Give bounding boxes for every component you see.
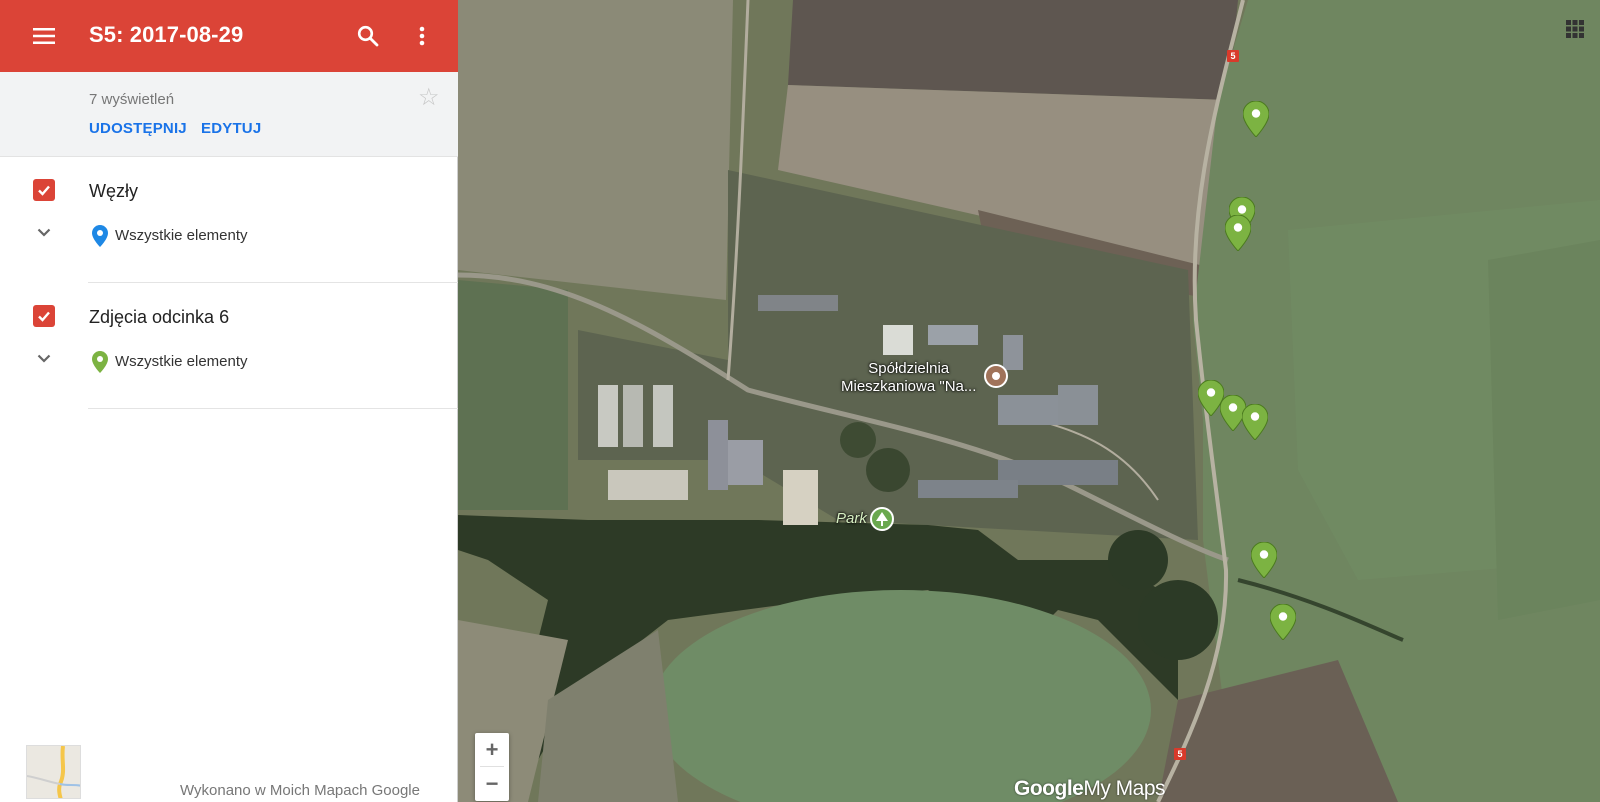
divider: [88, 408, 458, 409]
zoom-control: + −: [475, 733, 509, 801]
chevron-down-icon: [37, 228, 51, 237]
more-options-button[interactable]: [406, 20, 438, 52]
expand-chevron[interactable]: [33, 221, 55, 243]
expand-chevron[interactable]: [33, 347, 55, 369]
basemap-preview: [27, 746, 80, 798]
check-icon: [38, 311, 50, 322]
map-canvas[interactable]: Spółdzielnia Mieszkaniowa "Na... Park 5 …: [458, 0, 1600, 802]
apps-grid-icon[interactable]: [1566, 20, 1584, 38]
brand-mymaps: My Maps: [1083, 777, 1166, 800]
menu-button[interactable]: [28, 20, 60, 52]
footer-text: Wykonano w Moich Mapach Google: [180, 782, 420, 799]
edit-button[interactable]: EDYTUJ: [201, 120, 261, 137]
photo-marker[interactable]: [1243, 101, 1269, 137]
blue-pin-icon: [92, 225, 108, 247]
photo-marker[interactable]: [1251, 542, 1277, 578]
poi-label-cooperative[interactable]: Spółdzielnia Mieszkaniowa "Na...: [841, 360, 976, 396]
all-items-label[interactable]: Wszystkie elementy: [115, 353, 248, 370]
chevron-down-icon: [37, 354, 51, 363]
search-button[interactable]: [352, 20, 384, 52]
satellite-imagery: [458, 0, 1600, 802]
view-count: 7 wyświetleń: [89, 91, 175, 108]
panel-header: S5: 2017-08-29: [0, 0, 458, 72]
poi-icon-cooperative[interactable]: [984, 364, 1008, 388]
photo-marker[interactable]: [1225, 215, 1251, 251]
menu-icon: [33, 28, 55, 44]
map-legend-panel: S5: 2017-08-29 7 wyświetleń ☆ UDOSTĘPNIJ…: [0, 0, 458, 802]
road-shield: 5: [1174, 748, 1186, 760]
layer-name: Zdjęcia odcinka 6: [89, 307, 230, 327]
road-shield: 5: [1227, 50, 1239, 62]
layer-zdjecia: Zdjęcia odcinka 6 Wszystkie elementy: [0, 283, 458, 409]
app-window: S5: 2017-08-29 7 wyświetleń ☆ UDOSTĘPNIJ…: [0, 0, 1600, 802]
zoom-out-button[interactable]: −: [475, 767, 509, 800]
layer-name: Węzły: [89, 181, 138, 201]
poi-icon-park[interactable]: [870, 507, 894, 531]
more-vert-icon: [419, 26, 425, 46]
layer-wezly: Węzły Wszystkie elementy: [0, 157, 458, 283]
google-my-maps-logo: GoogleMy Maps: [1014, 777, 1166, 801]
map-info-section: 7 wyświetleń ☆ UDOSTĘPNIJ EDYTUJ: [0, 72, 458, 157]
zoom-in-button[interactable]: +: [475, 733, 509, 766]
check-icon: [38, 185, 50, 196]
brand-google: Google: [1014, 777, 1084, 800]
search-icon: [357, 25, 379, 47]
map-title: S5: 2017-08-29: [89, 22, 244, 47]
share-button[interactable]: UDOSTĘPNIJ: [89, 120, 187, 137]
star-icon[interactable]: ☆: [418, 86, 440, 110]
photo-marker[interactable]: [1270, 604, 1296, 640]
poi-label-park[interactable]: Park: [836, 510, 867, 528]
all-items-label[interactable]: Wszystkie elementy: [115, 227, 248, 244]
dot-icon: [992, 372, 1000, 380]
layer-checkbox[interactable]: [33, 305, 55, 327]
photo-marker[interactable]: [1242, 404, 1268, 440]
layer-checkbox[interactable]: [33, 179, 55, 201]
green-pin-icon: [92, 351, 108, 373]
tree-icon: [876, 512, 888, 526]
basemap-thumbnail[interactable]: [26, 745, 81, 799]
